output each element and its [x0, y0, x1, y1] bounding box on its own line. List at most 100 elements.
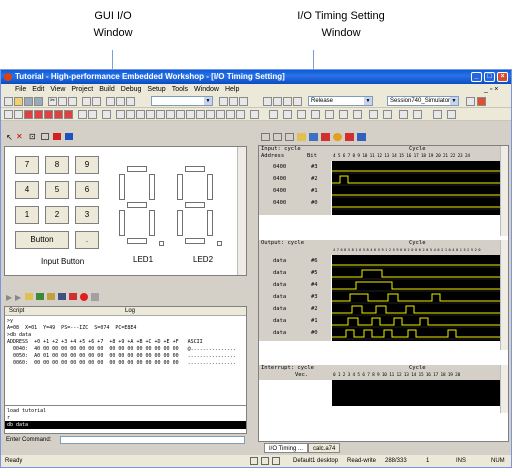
link-icon[interactable]: [293, 97, 302, 106]
button-key[interactable]: Button: [15, 231, 69, 249]
batch-icon[interactable]: [36, 293, 44, 300]
menu-window[interactable]: Window: [191, 84, 222, 95]
step-in-icon[interactable]: [116, 110, 125, 119]
led-tool-icon[interactable]: [53, 133, 61, 140]
find-icon[interactable]: [82, 97, 91, 106]
menu-debug[interactable]: Debug: [118, 84, 145, 95]
reset-icon[interactable]: [176, 110, 185, 119]
view-9-icon[interactable]: [383, 110, 392, 119]
zoom-tool-icon[interactable]: ⊡: [29, 132, 36, 141]
timing-tool-2-icon[interactable]: [273, 133, 282, 141]
dot-key[interactable]: .: [75, 231, 99, 249]
registers-icon[interactable]: [196, 110, 205, 119]
title-bar[interactable]: Tutorial - High-performance Embedded Wor…: [1, 70, 511, 84]
build-all-icon[interactable]: [263, 97, 272, 106]
select-tool-icon[interactable]: ↖: [6, 133, 13, 142]
key-3[interactable]: 3: [75, 206, 99, 224]
view-8-icon[interactable]: [369, 110, 378, 119]
trace-icon[interactable]: [250, 110, 259, 119]
debug-tool-2-icon[interactable]: [14, 110, 23, 119]
timing-tool-7-icon[interactable]: [333, 133, 342, 141]
input-waveform-grid[interactable]: [332, 161, 500, 215]
mdi-controls[interactable]: _ ▫ ×: [481, 84, 501, 95]
timing-tool-1-icon[interactable]: [261, 133, 270, 141]
timing-tool-4-icon[interactable]: [297, 133, 306, 141]
key-8[interactable]: 8: [45, 156, 69, 174]
debug-tool-6-icon[interactable]: [54, 110, 63, 119]
view-10-icon[interactable]: [399, 110, 408, 119]
step-script-icon[interactable]: ▶: [15, 293, 21, 302]
rebuild-icon[interactable]: [273, 97, 282, 106]
log-icon[interactable]: [47, 293, 55, 300]
history-item-selected[interactable]: db data: [5, 421, 246, 429]
output-waveform-grid[interactable]: [332, 255, 500, 341]
timing-tool-9-icon[interactable]: [357, 133, 366, 141]
key-2[interactable]: 2: [45, 206, 69, 224]
search-combo[interactable]: ▼: [151, 96, 213, 106]
run-script-icon[interactable]: ▶: [6, 293, 12, 302]
view-4-icon[interactable]: [311, 110, 320, 119]
key-4[interactable]: 4: [15, 181, 39, 199]
view-13-icon[interactable]: [447, 110, 456, 119]
compile-icon[interactable]: [116, 97, 125, 106]
step-out-icon[interactable]: [136, 110, 145, 119]
menu-file[interactable]: File: [1, 84, 29, 95]
debug-tool-8-icon[interactable]: [78, 110, 87, 119]
new-file-icon[interactable]: [4, 97, 13, 106]
view-6-icon[interactable]: [339, 110, 348, 119]
save-icon[interactable]: [24, 97, 33, 106]
open-folder-icon[interactable]: [14, 97, 23, 106]
interrupt-grid[interactable]: [332, 380, 500, 406]
minimize-button[interactable]: _: [471, 72, 482, 82]
view-3-icon[interactable]: [297, 110, 306, 119]
debug-tool-3-icon[interactable]: [24, 110, 33, 119]
maximize-button[interactable]: □: [484, 72, 495, 82]
menu-view[interactable]: View: [47, 84, 68, 95]
tab-calc[interactable]: calc.a74: [308, 443, 341, 453]
menu-tools[interactable]: Tools: [169, 84, 191, 95]
debug-tool-4-icon[interactable]: [34, 110, 43, 119]
gui-io-vscroll[interactable]: [237, 147, 246, 275]
key-1[interactable]: 1: [15, 206, 39, 224]
disconnect-icon[interactable]: [477, 97, 486, 106]
menu-project[interactable]: Project: [68, 84, 96, 95]
connect-icon[interactable]: [466, 97, 475, 106]
history-list[interactable]: load tutorial r db data: [5, 405, 246, 433]
bookmark-icon[interactable]: [126, 97, 135, 106]
build-icon[interactable]: [106, 97, 115, 106]
go-icon[interactable]: [146, 110, 155, 119]
stop-icon[interactable]: [69, 293, 77, 300]
key-7[interactable]: 7: [15, 156, 39, 174]
menu-build[interactable]: Build: [96, 84, 118, 95]
tab-io-timing[interactable]: I/O Timing ...: [264, 443, 309, 453]
copy-icon[interactable]: [58, 97, 67, 106]
output-vscroll[interactable]: [500, 240, 508, 350]
memory-icon[interactable]: [206, 110, 215, 119]
stop-build-icon[interactable]: [283, 97, 292, 106]
cut-icon[interactable]: ✂: [48, 97, 57, 106]
view-12-icon[interactable]: [433, 110, 442, 119]
watch-icon[interactable]: [216, 110, 225, 119]
close-button[interactable]: ×: [497, 72, 508, 82]
debug-tool-9-icon[interactable]: [88, 110, 97, 119]
timing-tool-5-icon[interactable]: [309, 133, 318, 141]
debug-tool-1-icon[interactable]: [4, 110, 13, 119]
pause-icon[interactable]: [91, 293, 99, 301]
print-icon[interactable]: [92, 97, 101, 106]
button-tool-icon[interactable]: [41, 133, 49, 140]
key-6[interactable]: 6: [75, 181, 99, 199]
open-script-icon[interactable]: [25, 293, 33, 300]
view-5-icon[interactable]: [325, 110, 334, 119]
locals-icon[interactable]: [226, 110, 235, 119]
timing-tool-6-icon[interactable]: [321, 133, 330, 141]
run-to-icon[interactable]: [186, 110, 195, 119]
view-2-icon[interactable]: [283, 110, 292, 119]
step-over-icon[interactable]: [126, 110, 135, 119]
timing-tool-3-icon[interactable]: [285, 133, 294, 141]
menu-setup[interactable]: Setup: [144, 84, 168, 95]
save-all-icon[interactable]: [34, 97, 43, 106]
record-icon[interactable]: [80, 293, 88, 301]
label-tool-icon[interactable]: [65, 133, 73, 140]
command-input[interactable]: [60, 436, 245, 444]
view-7-icon[interactable]: [353, 110, 362, 119]
